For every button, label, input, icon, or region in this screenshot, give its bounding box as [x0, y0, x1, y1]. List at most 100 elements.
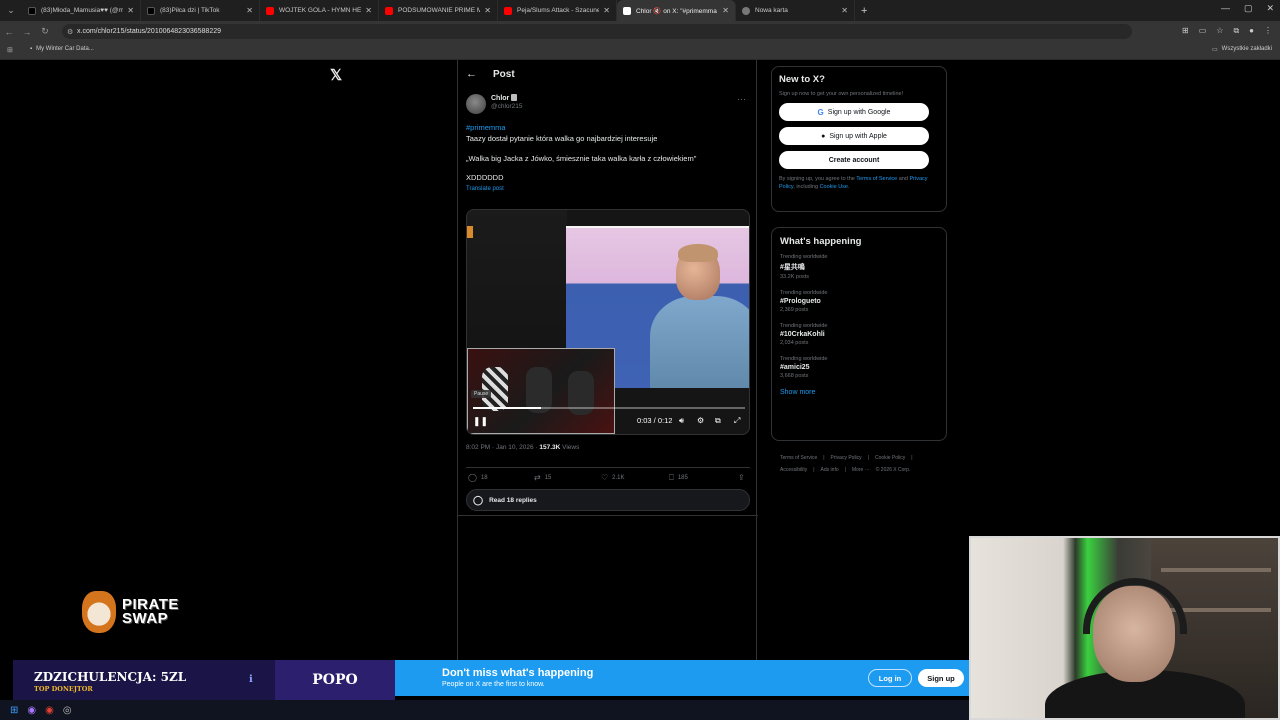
- reply-button[interactable]: ◯ 18: [468, 473, 488, 482]
- star-icon[interactable]: ☆: [1216, 26, 1223, 36]
- footer-link[interactable]: Privacy Policy: [831, 455, 862, 461]
- translate-icon[interactable]: ⊞: [1182, 26, 1189, 36]
- bookmark-button[interactable]: ⎕ 185: [669, 473, 688, 483]
- views-label: Views: [560, 444, 580, 451]
- google-icon: G: [817, 107, 824, 117]
- new-tab-icon[interactable]: +: [861, 5, 867, 17]
- back-arrow-icon[interactable]: ←: [466, 68, 477, 80]
- share-button[interactable]: ⇪: [738, 473, 745, 482]
- translate-post-link[interactable]: Translate post: [466, 185, 750, 194]
- tab-7[interactable]: Nowa karta ✕: [736, 0, 855, 21]
- cookie-link[interactable]: Cookie Use: [820, 184, 848, 190]
- author-name-row[interactable]: Chlor: [491, 94, 523, 102]
- banner-headline: Don't miss what's happening: [442, 667, 594, 679]
- close-icon[interactable]: ✕: [127, 6, 134, 15]
- extensions-icon[interactable]: ⧉: [1233, 26, 1239, 36]
- reply-icon: ◯: [468, 473, 477, 482]
- video-player[interactable]: Pause ❚❚ 0:03 / 0:12 🔊︎ ⚙ ⧉ ⤢: [466, 209, 750, 435]
- menu-icon[interactable]: ⋮: [1264, 26, 1272, 36]
- video-progress-bar[interactable]: [473, 407, 745, 409]
- tab-6-active[interactable]: Chlor 🔇 on X: "#primemma ✕: [617, 0, 736, 21]
- donor-sub-text: TOP DONEJTOR: [34, 685, 93, 693]
- footer-link[interactable]: More ···: [852, 467, 870, 473]
- read-replies-button[interactable]: ◯ Read 18 replies: [466, 489, 750, 511]
- read-replies-label: Read 18 replies: [489, 496, 537, 504]
- more-options-icon[interactable]: ···: [737, 94, 746, 104]
- close-icon[interactable]: ✕: [484, 6, 491, 15]
- all-bookmarks[interactable]: ▭ Wszystkie zakładki: [1212, 46, 1272, 53]
- windows-start-icon[interactable]: ⊞: [10, 705, 18, 716]
- tweet-line-1: Taazy dostał pytanie która walka go najb…: [466, 134, 658, 144]
- avatar[interactable]: [466, 94, 486, 114]
- app-icon[interactable]: ◉: [27, 705, 36, 716]
- trend-label: Trending worldwide: [780, 254, 828, 260]
- site-info-icon[interactable]: ⚙: [67, 28, 73, 36]
- terms-text: By signing up, you agree to the: [779, 176, 857, 182]
- trend-item[interactable]: Trending worldwide #10CrkaKohli 2,034 po…: [780, 323, 938, 346]
- like-button[interactable]: ♡ 2.1K: [601, 473, 625, 482]
- volume-icon[interactable]: 🔊︎: [679, 416, 684, 426]
- footer-link[interactable]: Terms of Service: [780, 455, 817, 461]
- footer-link[interactable]: Accessibility: [780, 467, 807, 473]
- bookmark-item[interactable]: ▪ My Winter Car Data...: [30, 46, 94, 52]
- repost-count: 15: [544, 474, 552, 481]
- banner-subtitle: People on X are the first to know.: [442, 681, 545, 688]
- forward-icon[interactable]: →: [18, 27, 36, 37]
- x-logo-icon[interactable]: 𝕏: [330, 66, 342, 84]
- footer-link[interactable]: Cookie Policy: [875, 455, 905, 461]
- apple-signup-button[interactable]: ● Sign up with Apple: [779, 127, 929, 145]
- close-icon[interactable]: ✕: [841, 6, 848, 15]
- trend-name: #amici25: [780, 364, 810, 371]
- close-icon[interactable]: ✕: [365, 6, 372, 15]
- author-handle[interactable]: @chlor215: [491, 103, 523, 110]
- x-icon: [623, 6, 631, 15]
- signup-button[interactable]: Sign up: [918, 669, 964, 687]
- close-icon[interactable]: ✕: [603, 6, 610, 15]
- repost-button[interactable]: ⇄ 15: [534, 473, 551, 482]
- tab-2[interactable]: (83)Piłca dzi | TikTok ✕: [141, 0, 260, 21]
- google-signup-button[interactable]: G Sign up with Google: [779, 103, 929, 121]
- picture-in-picture-icon[interactable]: ⧉: [715, 416, 721, 426]
- window-controls: — ▢ ✕: [1221, 3, 1274, 14]
- apps-icon[interactable]: ⊞: [7, 46, 13, 54]
- reload-icon[interactable]: ↻: [36, 26, 54, 37]
- app-icon[interactable]: ◎: [63, 705, 72, 716]
- pause-icon[interactable]: ❚❚: [473, 416, 488, 427]
- show-more-link[interactable]: Show more: [780, 389, 938, 396]
- post-author[interactable]: Chlor @chlor215: [466, 94, 523, 114]
- profile-icon[interactable]: ●: [1249, 26, 1254, 36]
- apple-signup-label: Sign up with Apple: [829, 132, 887, 140]
- tab-5[interactable]: Peja/Slums Attack - Szacunek ✕: [498, 0, 617, 21]
- pirate-swap-logo: PIRATE SWAP: [82, 591, 179, 633]
- fullscreen-icon[interactable]: ⤢: [734, 416, 740, 426]
- tab-4[interactable]: PODSUMOWANIE PRIME MMA ✕: [379, 0, 498, 21]
- whats-happening-card: What's happening Trending worldwide #星共鳴…: [771, 227, 947, 441]
- url-input[interactable]: ⚙ x.com/chlor215/status/2010064823036588…: [62, 24, 1132, 39]
- tab-search-icon[interactable]: ⌄: [0, 0, 22, 21]
- footer-link[interactable]: Ads info: [821, 467, 839, 473]
- tab-1[interactable]: (83)Młoda_Mamusia♥♥ (@ma ✕: [22, 0, 141, 21]
- close-icon[interactable]: ✕: [722, 6, 729, 15]
- share-icon: ⇪: [738, 473, 745, 482]
- tiktok-icon: [147, 6, 155, 15]
- back-icon[interactable]: ←: [0, 27, 18, 37]
- create-account-label: Create account: [828, 156, 880, 164]
- terms-link[interactable]: Terms of Service: [856, 176, 897, 182]
- maximize-icon[interactable]: ▢: [1244, 3, 1253, 14]
- settings-icon[interactable]: ⚙: [697, 416, 704, 425]
- create-account-button[interactable]: Create account: [779, 151, 929, 169]
- author-name[interactable]: Chlor: [491, 95, 509, 102]
- close-window-icon[interactable]: ✕: [1266, 3, 1274, 14]
- close-icon[interactable]: ✕: [246, 6, 253, 15]
- chrome-icon[interactable]: ◉: [45, 705, 54, 716]
- trend-item[interactable]: Trending worldwide #星共鳴 33.2K posts: [780, 254, 938, 280]
- hashtag-link[interactable]: #primemma: [466, 123, 506, 132]
- cast-icon[interactable]: ▭: [1199, 26, 1207, 36]
- tab-3[interactable]: WOJTEK GOLA - HYMN HETER✕: [260, 0, 379, 21]
- trend-item[interactable]: Trending worldwide #amici25 3,668 posts: [780, 356, 938, 379]
- trend-item[interactable]: Trending worldwide #Prologueto 2,369 pos…: [780, 290, 938, 313]
- minimize-icon[interactable]: —: [1221, 3, 1230, 14]
- post-timestamp[interactable]: 8:02 PM · Jan 10, 2026 ·: [466, 444, 539, 451]
- login-button[interactable]: Log in: [868, 669, 912, 687]
- trend-label: Trending worldwide: [780, 290, 828, 296]
